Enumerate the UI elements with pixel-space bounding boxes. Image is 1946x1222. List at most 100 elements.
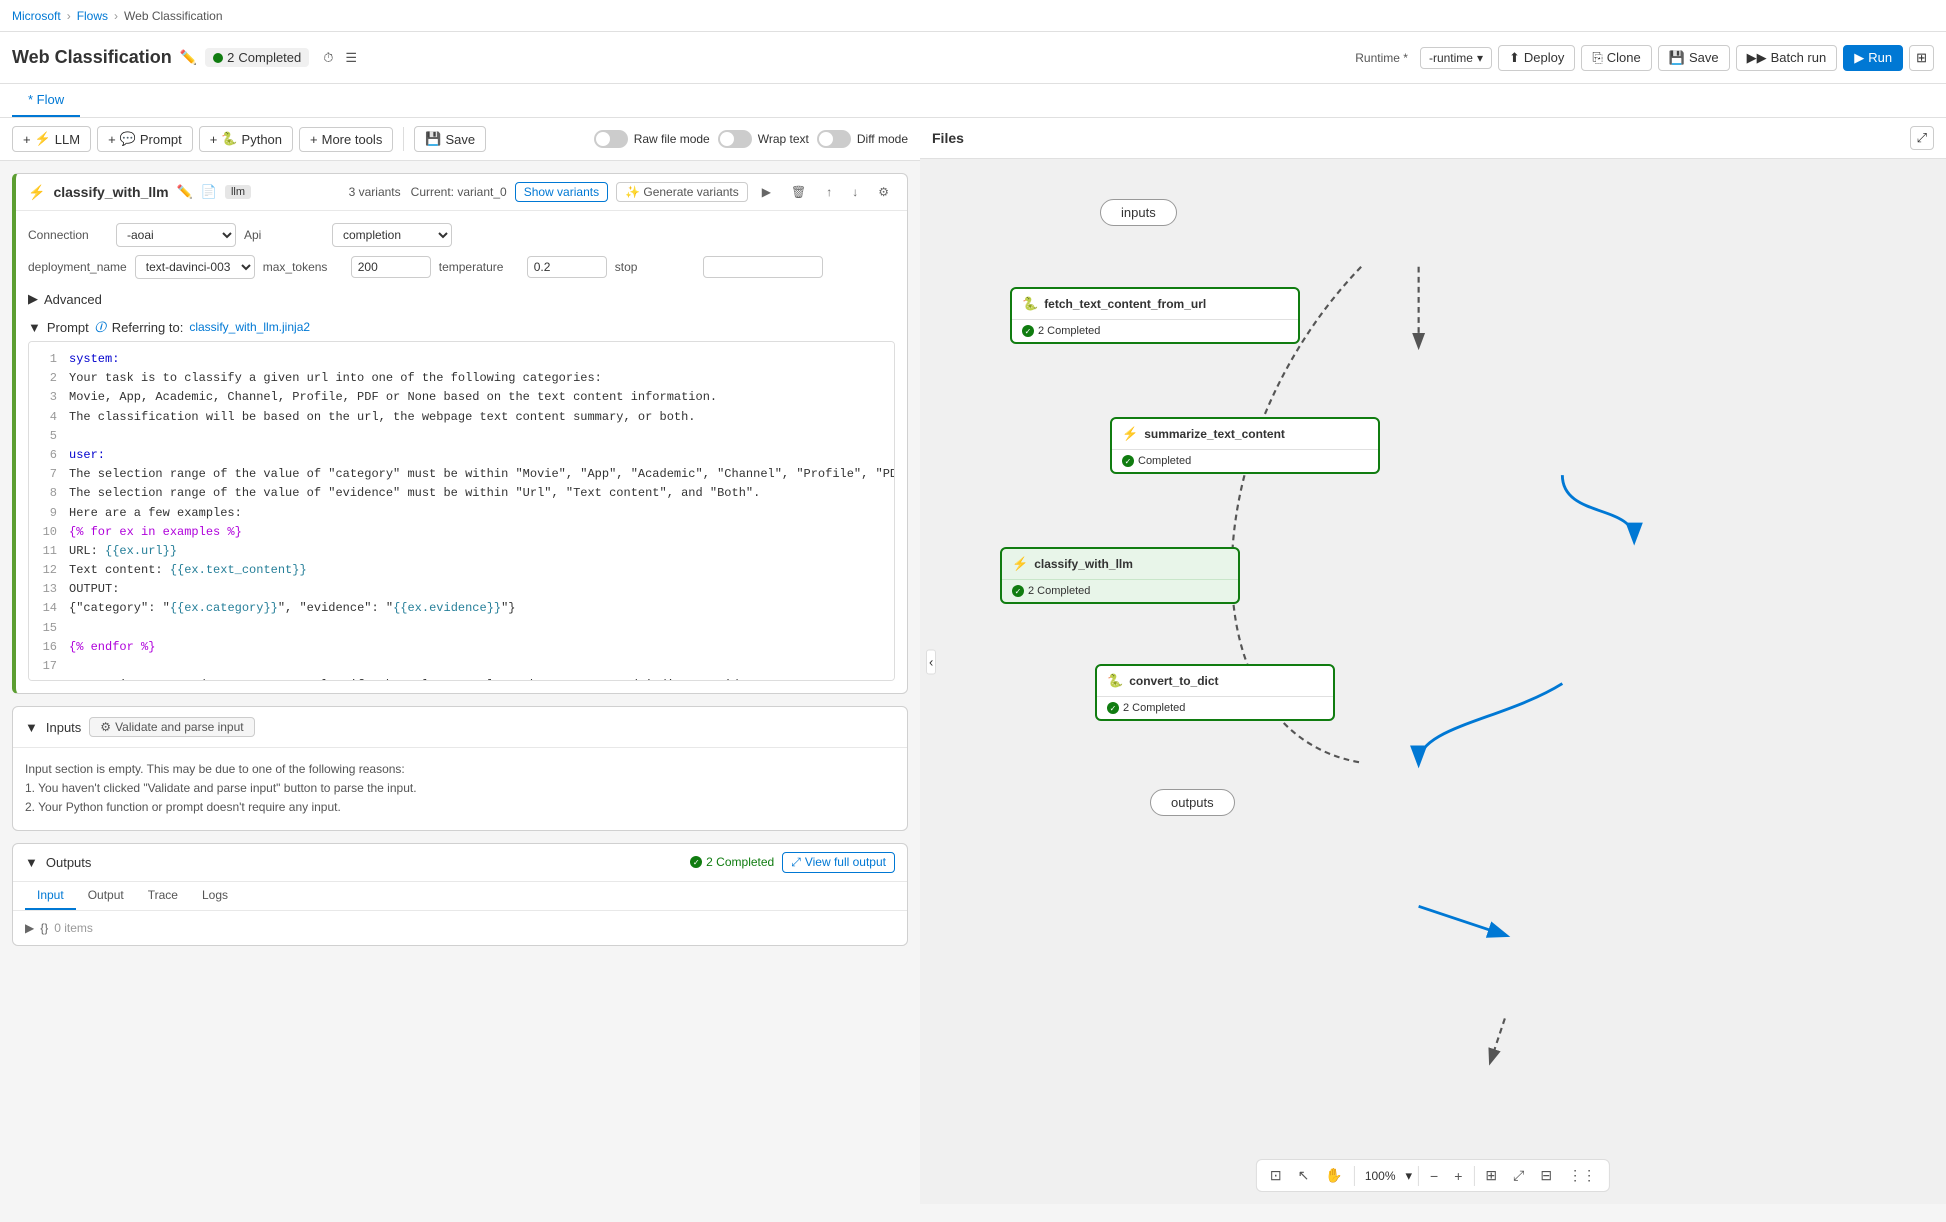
files-title: Files [932,130,964,146]
flow-node-fetch-text[interactable]: 🐍 fetch_text_content_from_url ✓ 2 Comple… [1010,287,1300,344]
node-delete-btn[interactable]: 🗑 [785,183,812,201]
classify-label: classify_with_llm [1034,557,1133,571]
collapse-panel-button[interactable]: ‹ [926,650,936,675]
outputs-toggle-chevron[interactable]: ▼ [25,855,38,870]
status-count: 2 [227,50,234,65]
deploy-button[interactable]: ⬆ Deploy [1498,45,1575,71]
diagram-bottom-toolbar: ⊡ ↖ ✋ 100% ▾ − + ⊞ ⤢ ⊟ ⋮⋮ [1256,1159,1610,1192]
node-llm-icon: ⚡ [28,184,45,201]
run-button[interactable]: ▶ Run [1843,45,1903,71]
breadcrumb: Microsoft › Flows › Web Classification [0,0,1946,32]
prompt-header: ▼ Prompt ⓘ Referring to: classify_with_l… [28,319,895,335]
cursor-button[interactable]: ↖ [1293,1164,1315,1187]
add-llm-button[interactable]: + ⚡ LLM [12,126,91,152]
minimap-button[interactable]: ⊞ [1480,1164,1502,1187]
convert-status: ✓ 2 Completed [1097,697,1333,719]
toolbar-save-button[interactable]: 💾 Save [414,126,486,152]
advanced-toggle[interactable]: ▶ Advanced [28,287,895,311]
toolbar-sep-1 [1354,1166,1355,1186]
layout-auto-button[interactable]: ⊟ [1535,1164,1557,1187]
node-file-icon[interactable]: 📄 [201,184,217,200]
prompt-toggle-chevron[interactable]: ▼ [28,320,41,335]
tab-flow[interactable]: * Flow [12,84,80,117]
output-tab-output[interactable]: Output [76,882,136,910]
save-button[interactable]: 💾 Save [1658,45,1730,71]
wrap-text-toggle[interactable] [718,130,752,148]
diff-mode-toggle[interactable] [817,130,851,148]
breadcrumb-flows[interactable]: Flows [77,9,108,23]
header-right: Runtime * -runtime ▾ ⬆ Deploy ⎘ Clone 💾 … [1355,45,1934,71]
fetch-text-status-dot: ✓ [1022,325,1034,337]
fit-view-button[interactable]: ⊡ [1265,1164,1287,1187]
plus-tools-icon: + [310,132,318,147]
node-down-btn[interactable]: ↓ [846,183,864,201]
generate-variants-button[interactable]: ✨ Generate variants [616,182,748,202]
json-bracket: {} [40,921,48,935]
convert-python-icon: 🐍 [1107,673,1123,689]
llm-icon: ⚡ [35,131,51,147]
node-up-btn[interactable]: ↑ [820,183,838,201]
deployment-select[interactable]: text-davinci-003 [135,255,255,279]
code-line-9: 9 Here are a few examples: [37,504,886,523]
node-settings-btn[interactable]: ⚙ [872,183,895,201]
inputs-toggle-chevron[interactable]: ▼ [25,720,38,735]
breadcrumb-microsoft[interactable]: Microsoft [12,9,61,23]
output-tab-logs[interactable]: Logs [190,882,240,910]
code-editor: 1 system: 2 Your task is to classify a g… [28,341,895,681]
classify-header: ⚡ classify_with_llm [1002,549,1238,580]
flow-node-classify[interactable]: ⚡ classify_with_llm ✓ 2 Completed [1000,547,1240,604]
clone-icon: ⎘ [1592,50,1602,66]
node-run-btn[interactable]: ▶ [756,183,777,201]
raw-file-toggle[interactable] [594,130,628,148]
stop-input[interactable] [703,256,823,278]
runtime-select[interactable]: -runtime ▾ [1420,47,1492,69]
temperature-label: temperature [439,260,519,274]
validate-parse-button[interactable]: ⚙ Validate and parse input [89,717,254,737]
code-line-13: 13 OUTPUT: [37,580,886,599]
add-python-button[interactable]: + 🐍 Python [199,126,293,152]
flow-node-summarize[interactable]: ⚡ summarize_text_content ✓ Completed [1110,417,1380,474]
add-prompt-button[interactable]: + 💬 Prompt [97,126,193,152]
view-full-output-button[interactable]: ⤢ View full output [782,852,895,873]
node-edit-icon[interactable]: ✏️ [177,184,193,200]
code-line-14: 14 {"category": "{{ex.category}}", "evid… [37,599,886,618]
edit-icon[interactable]: ✏️ [180,49,197,66]
more-diagram-btn[interactable]: ⋮⋮ [1563,1164,1601,1187]
code-line-17: 17 [37,657,886,676]
output-tab-trace[interactable]: Trace [136,882,190,910]
prompt-link[interactable]: classify_with_llm.jinja2 [189,320,310,334]
more-tools-button[interactable]: + More tools [299,127,393,152]
convert-status-label: 2 Completed [1123,702,1185,714]
zoom-dropdown-icon: ▾ [1406,1168,1413,1184]
temperature-input[interactable] [527,256,607,278]
prompt-icon: 💬 [120,131,136,147]
api-select[interactable]: completion [332,223,452,247]
inputs-title: Inputs [46,720,81,735]
json-indicator: ▶ {} 0 items [25,921,895,935]
layout-button[interactable]: ⊞ [1909,45,1934,71]
expand-files-button[interactable]: ⤢ [1910,126,1934,150]
fetch-python-icon: 🐍 [1022,296,1038,312]
hand-button[interactable]: ✋ [1320,1164,1347,1187]
zoom-in-button[interactable]: + [1449,1165,1467,1187]
show-variants-button[interactable]: Show variants [515,182,608,202]
list-icon[interactable]: ☰ [345,50,357,66]
page-header: Web Classification ✏️ 2 Completed ⏱ ☰ Ru… [0,32,1946,84]
max-tokens-input[interactable] [351,256,431,278]
breadcrumb-sep1: › [67,9,71,23]
zoom-out-button[interactable]: − [1425,1165,1443,1187]
fullscreen-button[interactable]: ⤢ [1508,1164,1529,1187]
inputs-empty-msg: Input section is empty. This may be due … [25,760,895,779]
code-line-2: 2 Your task is to classify a given url i… [37,369,886,388]
expand-arrow[interactable]: ▶ [25,921,34,935]
flow-node-convert[interactable]: 🐍 convert_to_dict ✓ 2 Completed [1095,664,1335,721]
zoom-level: 100% [1361,1169,1400,1183]
code-line-5: 5 [37,427,886,446]
batch-run-button[interactable]: ▶▶ Batch run [1736,45,1838,71]
right-panel: Files ⤢ ‹ [920,118,1946,1204]
history-icon[interactable]: ⏱ [323,50,333,66]
clone-button[interactable]: ⎘ Clone [1581,45,1651,71]
connection-select[interactable]: -aoai [116,223,236,247]
output-tab-input[interactable]: Input [25,882,76,910]
summarize-status-dot: ✓ [1122,455,1134,467]
